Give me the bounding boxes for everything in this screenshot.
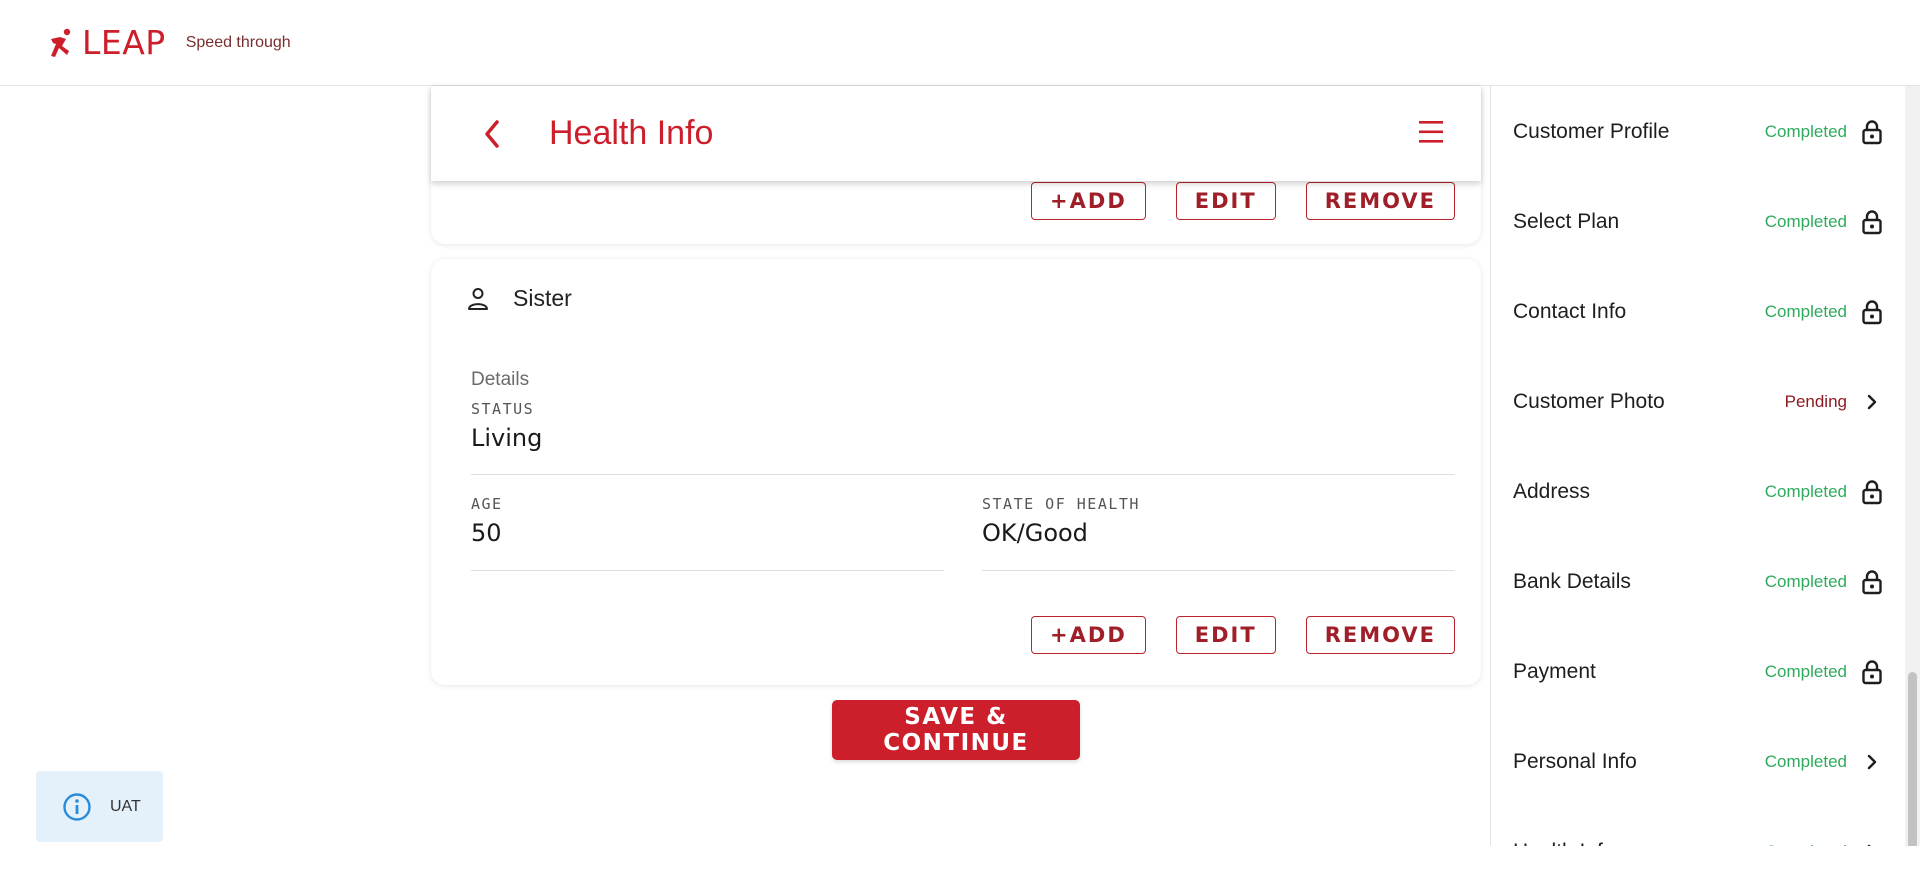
- page-scrollbar[interactable]: [1905, 86, 1920, 879]
- environment-badge[interactable]: UAT: [36, 771, 163, 842]
- environment-label: UAT: [110, 797, 141, 815]
- step-status-group: Completed: [1765, 659, 1883, 685]
- member-card-actions: +ADD EDIT REMOVE: [1031, 616, 1455, 654]
- health-value: OK/Good: [982, 519, 1088, 547]
- step-label: Payment: [1513, 660, 1596, 683]
- lock-icon: [1861, 479, 1883, 505]
- chevron-right-icon: [1861, 389, 1883, 415]
- edit-button[interactable]: EDIT: [1175, 182, 1276, 220]
- health-divider: [982, 570, 1455, 571]
- health-field: STATE OF HEALTH OK/Good: [982, 495, 1140, 547]
- member-header: Sister: [467, 285, 572, 312]
- status-label: STATUS: [471, 400, 535, 418]
- step-label: Bank Details: [1513, 570, 1631, 593]
- step-status-group: Completed: [1765, 749, 1883, 775]
- step-label: Personal Info: [1513, 750, 1637, 773]
- step-status-group: Completed: [1765, 209, 1883, 235]
- step-status: Completed: [1764, 752, 1847, 771]
- menu-button[interactable]: [1417, 119, 1445, 145]
- main-content: +ADD EDIT REMOVE Health Info Sister Deta…: [430, 86, 1490, 879]
- remove-button[interactable]: REMOVE: [1305, 182, 1455, 220]
- brand-name: LEAP: [82, 23, 166, 62]
- member-relation: Sister: [513, 285, 572, 311]
- bottom-strip: [0, 846, 1920, 879]
- step-status-group: Completed: [1765, 839, 1883, 846]
- step-label: Customer Profile: [1513, 120, 1670, 143]
- chevron-right-icon: [1861, 839, 1883, 846]
- left-empty-pane: [0, 86, 430, 879]
- step-status: Completed: [1764, 482, 1847, 501]
- status-divider: [471, 474, 1455, 475]
- lock-icon: [1861, 569, 1883, 595]
- step-status: Completed: [1764, 122, 1847, 141]
- step-status-group: Completed: [1765, 299, 1883, 325]
- step-customer-profile[interactable]: Customer Profile Completed: [1513, 112, 1883, 152]
- age-field: AGE 50: [471, 495, 503, 547]
- step-bank-details[interactable]: Bank Details Completed: [1513, 562, 1883, 602]
- chevron-left-icon: [485, 119, 499, 148]
- remove-button[interactable]: REMOVE: [1305, 616, 1455, 654]
- page-title: Health Info: [549, 114, 714, 152]
- leap-logo[interactable]: LEAP: [48, 23, 166, 62]
- status-field: STATUS Living: [471, 400, 542, 452]
- step-label: Address: [1513, 480, 1591, 503]
- person-icon: [468, 287, 488, 310]
- lock-icon: [1861, 209, 1883, 235]
- step-label: Select Plan: [1513, 210, 1620, 233]
- step-status: Completed: [1764, 662, 1847, 681]
- edit-button[interactable]: EDIT: [1175, 616, 1276, 654]
- add-button[interactable]: +ADD: [1031, 182, 1146, 220]
- age-label: AGE: [471, 495, 503, 513]
- step-status: Pending: [1784, 392, 1847, 411]
- status-value: Living: [471, 424, 543, 452]
- step-status-group: Pending: [1785, 389, 1883, 415]
- age-value: 50: [471, 519, 502, 547]
- step-health-info[interactable]: Health InfoCompleted: [1513, 832, 1883, 846]
- step-label: Contact Info: [1513, 300, 1627, 323]
- step-status: Completed: [1764, 212, 1847, 231]
- step-customer-photo[interactable]: Customer Photo Pending: [1513, 382, 1883, 422]
- top-header: LEAP Speed through: [0, 0, 1920, 86]
- step-address[interactable]: Address Completed: [1513, 472, 1883, 512]
- lock-icon: [1861, 659, 1883, 685]
- details-label: Details: [471, 369, 530, 390]
- page-scroll-thumb[interactable]: [1908, 672, 1917, 872]
- step-label: Customer Photo: [1513, 390, 1665, 413]
- back-button[interactable]: [483, 119, 507, 149]
- progress-sidebar: Customer Profile Completed Select Plan Comp…: [1490, 86, 1920, 846]
- previous-card-actions: +ADD EDIT REMOVE: [1031, 182, 1455, 220]
- hamburger-menu-icon: [1419, 121, 1443, 143]
- runner-logo-icon: [51, 28, 71, 57]
- brand-tagline: Speed through: [185, 33, 291, 51]
- family-member-card: Sister Details STATUS Living AGE 50 STAT…: [431, 259, 1481, 685]
- info-icon: [63, 792, 91, 821]
- health-label: STATE OF HEALTH: [982, 495, 1140, 513]
- step-payment[interactable]: Payment Completed: [1513, 652, 1883, 692]
- page-header: Health Info: [431, 86, 1481, 181]
- add-button[interactable]: +ADD: [1031, 616, 1146, 654]
- chevron-right-icon: [1861, 749, 1883, 775]
- step-status-group: Completed: [1765, 119, 1883, 145]
- step-status-group: Completed: [1765, 569, 1883, 595]
- step-status: Completed: [1764, 572, 1847, 591]
- step-status-group: Completed: [1765, 479, 1883, 505]
- step-personal-info[interactable]: Personal Info Completed: [1513, 742, 1883, 782]
- step-select-plan[interactable]: Select Plan Completed: [1513, 202, 1883, 242]
- age-divider: [471, 570, 944, 571]
- step-status: Completed: [1764, 302, 1847, 321]
- lock-icon: [1861, 299, 1883, 325]
- step-contact-info[interactable]: Contact Info Completed: [1513, 292, 1883, 332]
- lock-icon: [1861, 119, 1883, 145]
- save-continue-button[interactable]: SAVE & CONTINUE: [832, 700, 1080, 760]
